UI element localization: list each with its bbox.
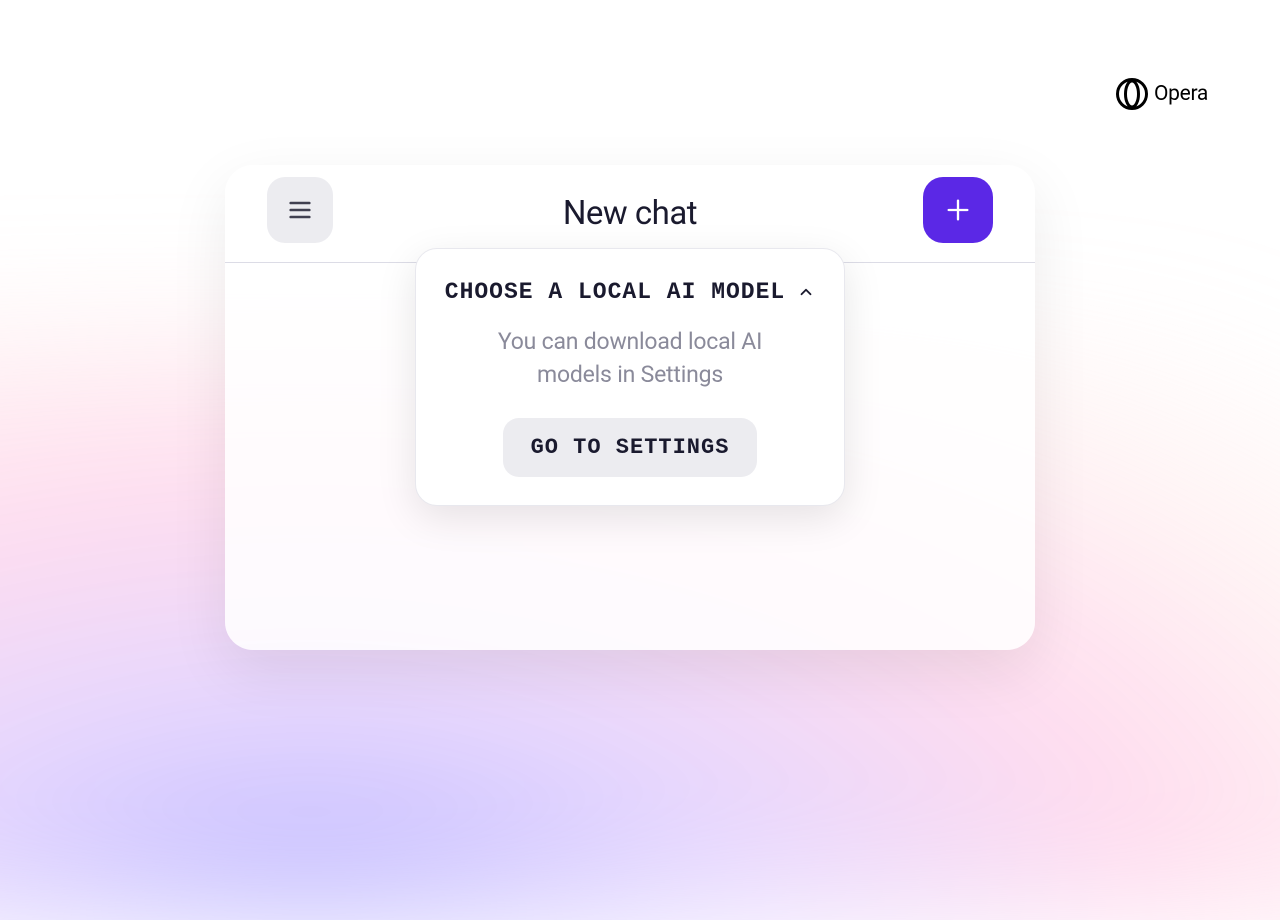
brand-logo: Opera [1116,78,1208,110]
dropdown-title: CHOOSE A LOCAL AI MODEL [445,279,785,305]
chevron-up-icon [797,283,815,301]
page-title: New chat [563,194,697,233]
go-to-settings-button[interactable]: GO TO SETTINGS [503,418,758,477]
model-selector-toggle[interactable]: CHOOSE A LOCAL AI MODEL [442,279,818,305]
new-chat-button[interactable] [923,177,993,243]
menu-button[interactable] [267,177,333,243]
hamburger-icon [286,196,314,224]
brand-name: Opera [1154,82,1208,106]
plus-icon [944,196,972,224]
chat-card: New chat CHOOSE A LOCAL AI MODEL You can… [225,165,1035,650]
model-selector-dropdown: CHOOSE A LOCAL AI MODEL You can download… [415,248,845,506]
opera-logo-icon [1116,78,1148,110]
dropdown-subtitle: You can download local AI models in Sett… [442,325,818,392]
